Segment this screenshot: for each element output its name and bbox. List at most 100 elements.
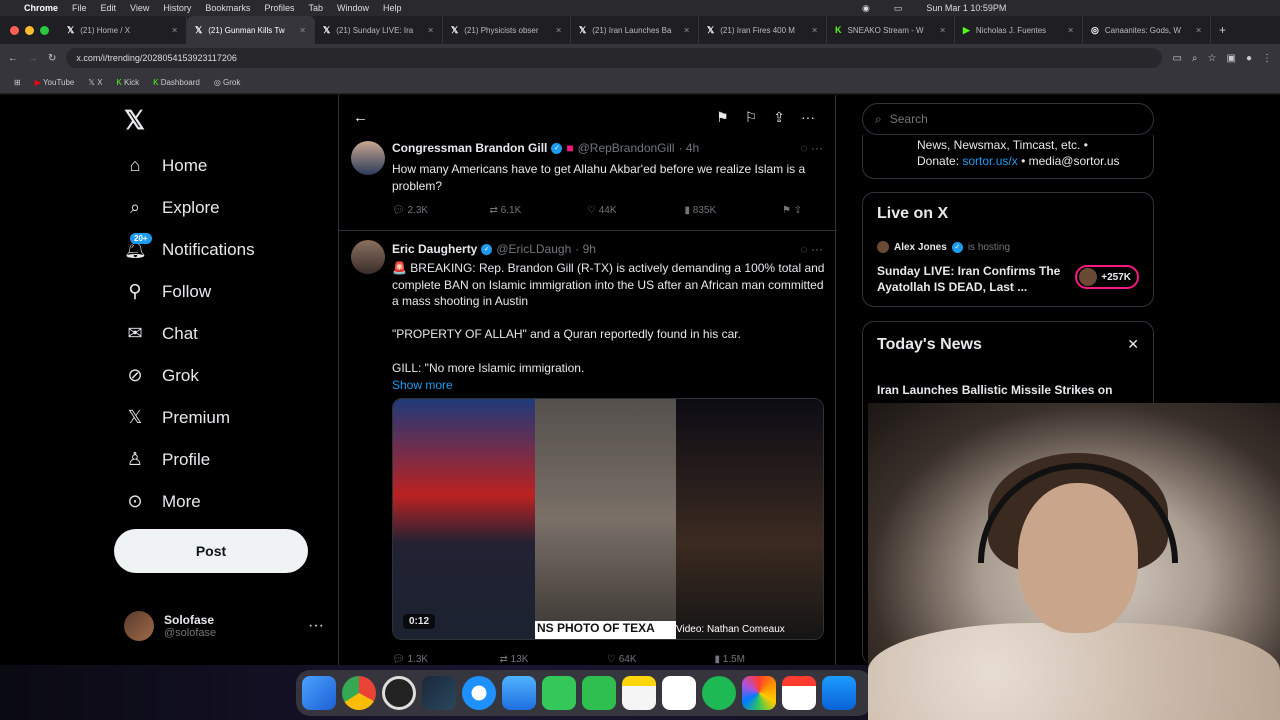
more-icon[interactable]: ···	[308, 617, 324, 635]
tab[interactable]: ◎ Canaanites: Gods, W ✕	[1083, 16, 1211, 44]
extensions-icon[interactable]: ▣	[1227, 53, 1236, 64]
tab[interactable]: 𝕏 (21) Sunday LIVE: Ira ✕	[315, 16, 443, 44]
bookmark-icon[interactable]: ⚑ ⇪	[782, 205, 822, 216]
menu-help[interactable]: Help	[383, 3, 402, 13]
nav-profile[interactable]: ♙ Profile	[124, 449, 210, 470]
x-logo-icon[interactable]: 𝕏	[124, 105, 145, 136]
media-image-scene[interactable]: Video: Nathan Comeaux	[676, 399, 823, 639]
chrome-icon[interactable]	[342, 676, 376, 710]
nav-explore[interactable]: ⌕ Explore	[124, 197, 220, 218]
profile-avatar-icon[interactable]: ●	[1246, 53, 1252, 64]
bookmark-icon[interactable]: ⚑	[716, 109, 729, 126]
media-image-suspect[interactable]: NS PHOTO OF TEXA	[535, 399, 676, 639]
spotify-icon[interactable]	[702, 676, 736, 710]
search-input[interactable]: ⌕ Search	[862, 103, 1154, 135]
close-icon[interactable]: ✕	[1195, 26, 1202, 35]
messages-icon[interactable]	[542, 676, 576, 710]
author-name[interactable]: Eric Daugherty	[392, 242, 477, 256]
repost-button[interactable]: ⇄ 6.1K	[490, 205, 588, 216]
more-icon[interactable]: ◌ ···	[801, 141, 823, 155]
menu-edit[interactable]: Edit	[101, 3, 117, 13]
nav-home[interactable]: ⌂ Home	[124, 155, 208, 176]
author-handle[interactable]: @RepBrandonGill	[578, 141, 675, 155]
nav-notifications[interactable]: 🔔︎ 20+ Notifications	[124, 233, 255, 260]
tab[interactable]: 𝕏 (21) Iran Fires 400 M ✕	[699, 16, 827, 44]
minimize-window-button[interactable]	[25, 25, 34, 35]
bookmark-dashboard[interactable]: K Dashboard	[153, 78, 200, 87]
battery-icon[interactable]: ▭	[894, 3, 903, 14]
tweet[interactable]: Congressman Brandon Gill ✓ ■ @RepBrandon…	[339, 139, 837, 231]
menu-tab[interactable]: Tab	[308, 3, 323, 13]
account-switcher[interactable]: Solofase @solofase ···	[124, 611, 324, 641]
menu-history[interactable]: History	[163, 3, 191, 13]
steam-icon[interactable]	[422, 676, 456, 710]
wifi-icon[interactable]: ◉	[862, 3, 870, 14]
apps-grid-icon[interactable]: ⊞	[14, 78, 21, 87]
avatar[interactable]	[351, 141, 385, 175]
nav-follow[interactable]: ⚲ Follow	[124, 281, 211, 302]
author-name[interactable]: Congressman Brandon Gill	[392, 141, 547, 155]
live-stream-title[interactable]: Sunday LIVE: Iran Confirms The Ayatollah…	[877, 263, 1067, 295]
close-icon[interactable]: ✕	[1067, 26, 1074, 35]
nav-more[interactable]: ⊙ More	[124, 491, 200, 512]
tweet-media[interactable]: 0:12 NS PHOTO OF TEXA Video: Nathan Come…	[392, 398, 824, 640]
menu-file[interactable]: File	[72, 3, 87, 13]
mail-app-icon[interactable]	[502, 676, 536, 710]
bookmark-grok[interactable]: ◎ Grok	[214, 78, 241, 87]
like-button[interactable]: ♡ 64K	[607, 654, 715, 665]
media-image-portrait[interactable]: 0:12	[393, 399, 535, 639]
share-icon[interactable]: ⇪	[773, 109, 785, 126]
nav-grok[interactable]: ⊘ Grok	[124, 365, 198, 386]
repost-button[interactable]: ⇄ 13K	[500, 654, 608, 665]
back-arrow-icon[interactable]: ←	[353, 109, 368, 126]
tab[interactable]: 𝕏 (21) Home / X ✕	[59, 16, 187, 44]
bookmark-youtube[interactable]: ▶ YouTube	[35, 78, 75, 87]
calendar-icon[interactable]	[782, 676, 816, 710]
views-button[interactable]: ▮ 1.5M	[715, 654, 823, 665]
new-tab-icon[interactable]: +	[1219, 23, 1226, 37]
close-icon[interactable]: ✕	[171, 26, 178, 35]
bookmark-x[interactable]: 𝕏 X	[88, 78, 102, 87]
tab-active[interactable]: 𝕏 (21) Gunman Kills Tw ✕	[187, 16, 315, 44]
close-icon[interactable]: ✕	[299, 26, 306, 35]
show-more-link[interactable]: Show more	[392, 377, 453, 394]
facetime-icon[interactable]	[582, 676, 616, 710]
avatar[interactable]	[351, 240, 385, 274]
close-icon[interactable]: ✕	[939, 26, 946, 35]
reload-icon[interactable]: ↻	[48, 53, 56, 64]
tab[interactable]: 𝕏 (21) Physicists obser ✕	[443, 16, 571, 44]
tab[interactable]: K SNEAKO Stream - W ✕	[827, 16, 955, 44]
safari-icon[interactable]	[462, 676, 496, 710]
tweet-time[interactable]: · 4h	[679, 141, 700, 155]
author-handle[interactable]: @EricLDaugh	[496, 242, 571, 256]
close-window-button[interactable]	[10, 25, 19, 35]
bookmark-star-icon[interactable]: ☆	[1208, 53, 1217, 64]
flag-icon[interactable]: ⚐	[745, 109, 758, 126]
back-icon[interactable]: ←	[8, 53, 18, 64]
close-icon[interactable]: ✕	[555, 26, 562, 35]
nav-chat[interactable]: ✉ Chat	[124, 323, 197, 344]
url-bar[interactable]: x.com/i/trending/2028054153923117206	[66, 48, 1163, 68]
more-icon[interactable]: ···	[801, 109, 815, 126]
bookmark-kick[interactable]: K Kick	[116, 78, 139, 87]
cast-icon[interactable]: ▭	[1172, 53, 1181, 64]
close-icon[interactable]: ✕	[683, 26, 690, 35]
nav-premium[interactable]: 𝕏 Premium	[124, 407, 230, 428]
close-icon[interactable]: ✕	[427, 26, 434, 35]
app-menu-chrome[interactable]: Chrome	[24, 3, 58, 13]
listener-count-badge[interactable]: +257K	[1075, 265, 1139, 289]
spaces-card[interactable]: News, Newsmax, Timcast, etc. • Donate: s…	[862, 135, 1154, 179]
clock[interactable]: Sun Mar 1 10:59PM	[926, 3, 1006, 13]
tweet-time[interactable]: · 9h	[575, 242, 596, 256]
close-icon[interactable]: ✕	[1127, 336, 1139, 353]
zoom-window-button[interactable]	[40, 25, 49, 35]
chrome-menu-icon[interactable]: ⋮	[1262, 53, 1272, 64]
close-icon[interactable]: ✕	[811, 26, 818, 35]
news-item[interactable]: Iran Launches Ballistic Missile Strikes …	[877, 382, 1137, 398]
finder-icon[interactable]	[302, 676, 336, 710]
like-button[interactable]: ♡ 44K	[587, 205, 685, 216]
more-icon[interactable]: ◌ ···	[801, 242, 823, 256]
tab[interactable]: 𝕏 (21) Iran Launches Ba ✕	[571, 16, 699, 44]
menu-bookmarks[interactable]: Bookmarks	[205, 3, 250, 13]
live-host[interactable]: Alex Jones ✓ is hosting	[877, 241, 1010, 253]
